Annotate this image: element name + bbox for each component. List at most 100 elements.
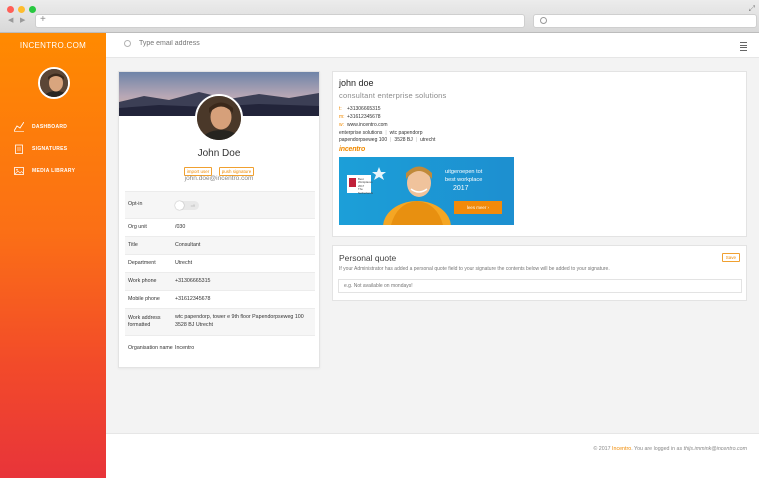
footer: © 2017 Incentro. You are logged in as th… xyxy=(106,433,759,478)
quote-input[interactable] xyxy=(338,279,742,293)
field-value: Consultant xyxy=(175,241,201,248)
address-building: wtc papendorp xyxy=(389,130,423,136)
personal-quote-card: Personal quote If your Administrator has… xyxy=(332,245,747,301)
field-value: /030 xyxy=(175,223,186,230)
signature-title: consultant enterprise solutions xyxy=(339,91,447,100)
signature-phone-row: t: +31306665315 xyxy=(339,105,388,113)
separator: | xyxy=(415,137,418,143)
top-bar xyxy=(106,33,759,58)
phone-label: t: xyxy=(339,106,342,112)
search-icon xyxy=(124,40,131,47)
address-street: papendorpseweg 100 xyxy=(339,137,388,143)
address-line-2: papendorpseweg 100 | 3528 BJ | utrecht xyxy=(339,137,435,144)
quote-title: Personal quote xyxy=(339,253,397,263)
sidebar-item-label: SIGNATURES xyxy=(32,146,68,152)
avatar[interactable] xyxy=(38,67,70,99)
list-icon[interactable] xyxy=(740,42,747,52)
field-value: +31306665315 xyxy=(175,277,211,284)
signature-web-link[interactable]: www.incentro.com xyxy=(347,122,388,128)
signature-mobile-row: m: +31612345678 xyxy=(339,113,388,121)
brand-title[interactable]: INCENTRO.COM xyxy=(0,41,106,50)
incentro-logo: incentro xyxy=(339,146,365,153)
field-label: Work address formatted xyxy=(128,314,161,328)
sidebar-item-dashboard[interactable]: DASHBOARD xyxy=(14,116,75,138)
field-label: Organisation name xyxy=(128,345,173,352)
chart-line-icon xyxy=(14,122,24,132)
signature-phone[interactable]: +31306665315 xyxy=(347,106,381,112)
signature-name: john doe xyxy=(339,78,374,88)
footer-brand-link[interactable]: Incentro xyxy=(612,446,631,452)
table-row: Work address formatted wtc papendorp, to… xyxy=(125,308,315,335)
signature-contacts: t: +31306665315 m: +31612345678 w: www.ince… xyxy=(339,105,388,129)
table-row: Work phone +31306665315 xyxy=(125,272,315,290)
table-row: Org unit /030 xyxy=(125,218,315,236)
signature-mobile[interactable]: +31612345678 xyxy=(347,114,381,120)
quote-description: If your Administrator has added a person… xyxy=(339,266,610,272)
mobile-label: m: xyxy=(339,114,345,120)
minimize-window-button[interactable] xyxy=(18,6,25,13)
email-search xyxy=(124,40,339,47)
table-row: Title Consultant xyxy=(125,236,315,254)
save-button[interactable]: Save xyxy=(721,253,740,262)
sidebar: INCENTRO.COM DASHBOARD SIGNATURES MEDIA … xyxy=(0,33,106,478)
profile-name: John Doe xyxy=(197,148,241,159)
table-row: Organisation name Incentro xyxy=(125,335,315,362)
field-label: Work phone xyxy=(128,277,157,284)
signature-preview-card: john doe consultant enterprise solutions… xyxy=(332,71,747,237)
clipboard-icon xyxy=(15,144,23,154)
table-row: Opt-in off xyxy=(125,191,315,218)
banner-line-2: best workplace xyxy=(445,177,483,183)
address-line-1: enterprise solutions | wtc papendorp xyxy=(339,130,435,137)
separator: | xyxy=(390,137,392,143)
toggle-state-label: off xyxy=(190,202,195,208)
forward-arrow-icon[interactable]: ▶ xyxy=(20,16,25,24)
sidebar-item-label: MEDIA LIBRARY xyxy=(32,168,76,174)
banner-line-3: 2017 xyxy=(453,185,469,192)
toggle-knob xyxy=(175,200,184,210)
logo-text: incentro xyxy=(339,146,366,153)
address-department: enterprise solutions xyxy=(339,130,383,136)
profile-details-table: Opt-in off Org unit /030 Title Consultan… xyxy=(125,191,315,362)
image-icon xyxy=(14,167,24,175)
table-row: Department Utrecht xyxy=(125,254,315,272)
banner-line-1: uitgeroepen tot xyxy=(445,169,483,175)
footer-login-text: . You are logged in as xyxy=(631,446,683,452)
email-search-input[interactable] xyxy=(139,40,339,47)
address-bar[interactable]: + xyxy=(35,14,525,28)
profile-photo[interactable] xyxy=(195,94,243,142)
field-value: wtc papendorp, tower e 9th floor Papendo… xyxy=(175,314,304,328)
footer-text: © 2017 Incentro. You are logged in as th… xyxy=(593,446,747,452)
avatar-image xyxy=(40,69,68,97)
field-value: Utrecht xyxy=(175,259,193,266)
browser-chrome: ◀ ▶ + ⤢ xyxy=(0,0,759,33)
badge-line-3: The Netherlands xyxy=(358,187,374,195)
field-value: +31612345678 xyxy=(175,295,211,302)
read-more-button[interactable]: lees meer › xyxy=(454,201,502,214)
sidebar-item-media-library[interactable]: MEDIA LIBRARY xyxy=(14,160,75,182)
sidebar-item-signatures[interactable]: SIGNATURES xyxy=(14,138,75,160)
search-icon xyxy=(540,17,547,24)
address-postcode: 3528 BJ xyxy=(394,137,413,143)
back-arrow-icon[interactable]: ◀ xyxy=(8,16,13,24)
opt-in-toggle[interactable]: off xyxy=(175,200,199,210)
web-label: w: xyxy=(339,122,344,128)
badge-text: Best Workplaces 2017 The Netherlands xyxy=(358,177,374,195)
profile-email: john.doe@incentro.com xyxy=(184,175,254,182)
logged-in-user: thijs.immink@incentro.com xyxy=(683,446,747,452)
new-tab-icon[interactable]: + xyxy=(40,14,46,25)
address-city: utrecht xyxy=(420,137,436,143)
fullscreen-icon[interactable]: ⤢ xyxy=(749,4,755,14)
field-label: Mobile phone xyxy=(128,295,160,302)
signature-banner[interactable]: Best Workplaces 2017 The Netherlands uit… xyxy=(339,157,514,225)
sidebar-menu: DASHBOARD SIGNATURES MEDIA LIBRARY xyxy=(14,116,75,182)
browser-search-bar[interactable] xyxy=(533,14,757,28)
close-window-button[interactable] xyxy=(7,6,14,13)
main-content: John Doe import user push signature john… xyxy=(106,33,759,478)
field-label: Org unit xyxy=(128,223,147,230)
best-workplaces-badge: Best Workplaces 2017 The Netherlands xyxy=(347,175,374,195)
maximize-window-button[interactable] xyxy=(29,6,36,13)
field-value: Incentro xyxy=(175,345,195,352)
field-label: Department xyxy=(128,259,156,266)
copyright: © 2017 xyxy=(593,446,611,452)
separator: | xyxy=(385,130,387,136)
